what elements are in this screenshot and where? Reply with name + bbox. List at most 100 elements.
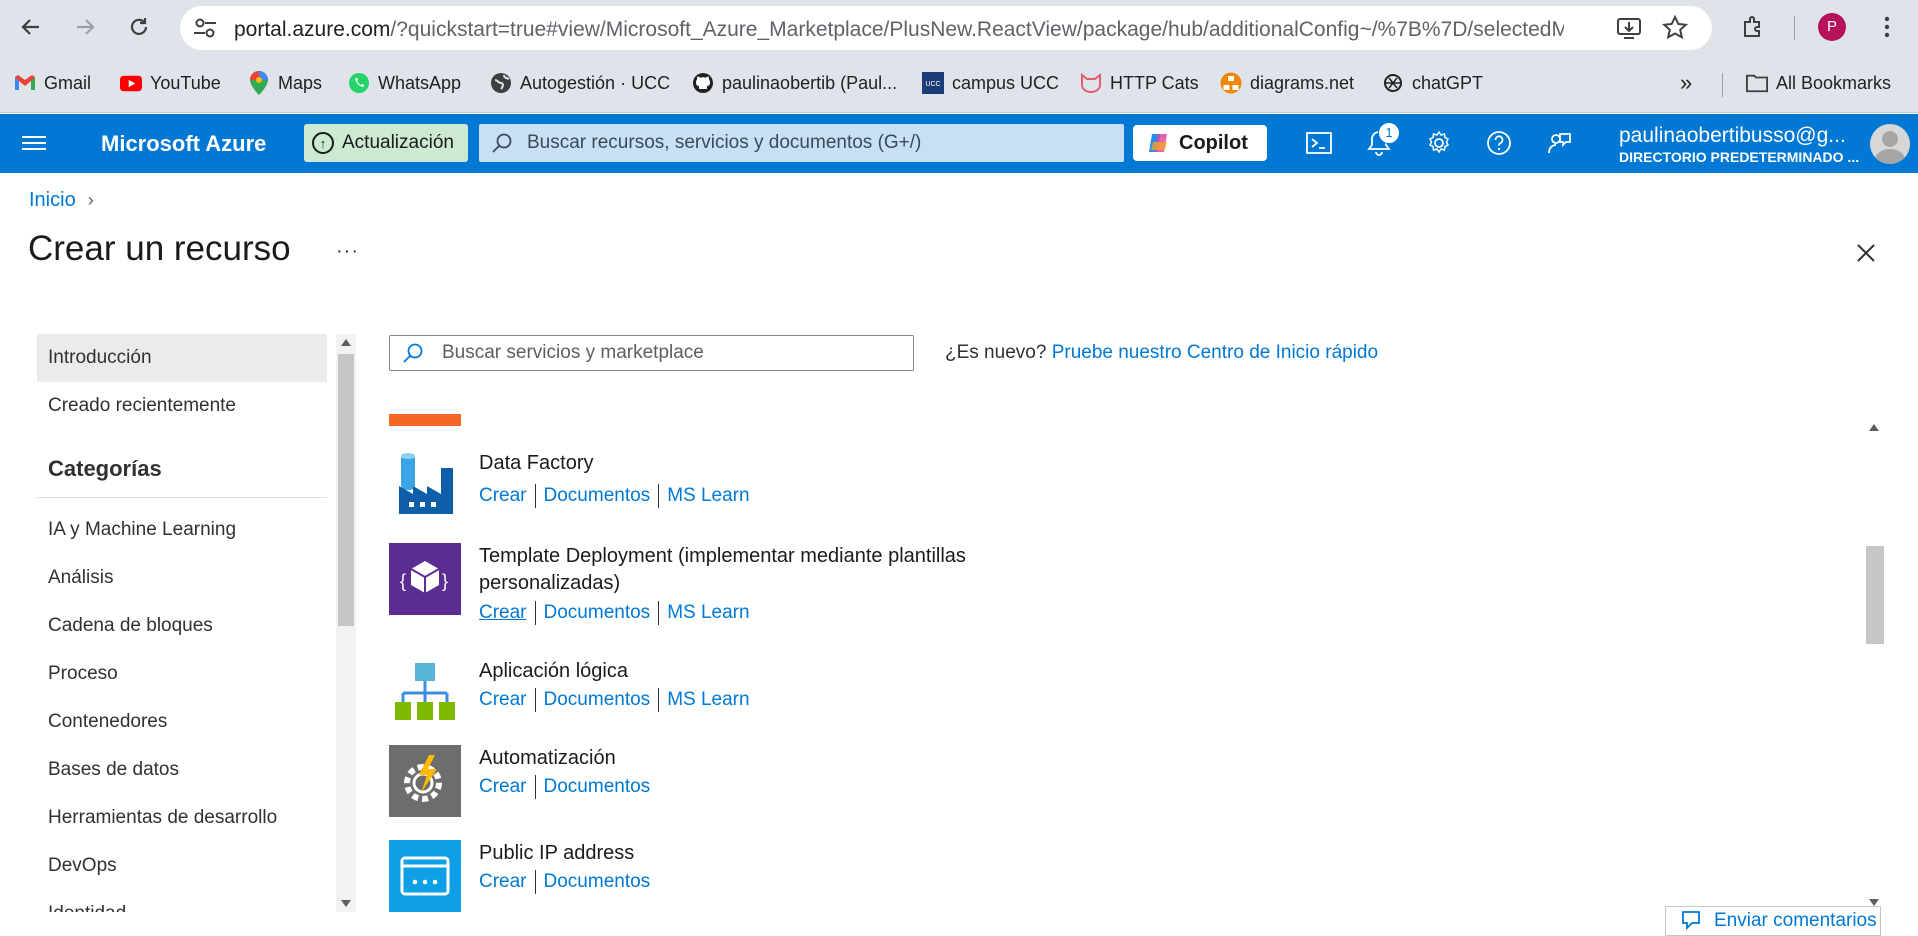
bookmarks-bar: Gmail YouTube Maps WhatsApp Autogestión … <box>0 55 1918 113</box>
bookmark-gmail[interactable]: Gmail <box>14 69 91 97</box>
bookmark-campus-ucc[interactable]: UCC campus UCC <box>922 69 1059 97</box>
bookmark-label: paulinaobertib (Paul... <box>722 72 898 93</box>
docs-link[interactable]: Documentos <box>544 689 651 711</box>
nav-item-category[interactable]: Identidad <box>37 890 327 912</box>
address-bar[interactable]: portal.azure.com/?quickstart=true#view/M… <box>180 6 1712 50</box>
docs-link[interactable]: Documentos <box>544 602 651 624</box>
service-name[interactable]: Template Deployment (implementar mediant… <box>479 543 1079 597</box>
marketplace-search-input[interactable] <box>442 342 902 364</box>
create-link[interactable]: Crear <box>479 776 527 798</box>
url-text[interactable]: portal.azure.com/?quickstart=true#view/M… <box>234 18 1564 42</box>
settings-button[interactable] <box>1424 128 1454 158</box>
ms-learn-link[interactable]: MS Learn <box>667 689 749 711</box>
docs-link[interactable]: Documentos <box>544 776 651 798</box>
global-search[interactable] <box>479 124 1124 162</box>
copilot-button[interactable]: Copilot <box>1133 125 1267 161</box>
nav-item-category[interactable]: DevOps <box>37 842 327 890</box>
nav-item-category[interactable]: Herramientas de desarrollo <box>37 794 327 842</box>
scroll-up-icon[interactable] <box>341 339 351 346</box>
service-name[interactable]: Aplicación lógica <box>479 658 1079 685</box>
azure-brand[interactable]: Microsoft Azure <box>101 131 266 157</box>
kebab-menu-icon <box>1884 16 1890 38</box>
more-options-button[interactable]: ··· <box>336 240 359 263</box>
page-title: Crear un recurso <box>28 229 291 268</box>
scroll-down-icon[interactable] <box>1869 899 1879 906</box>
left-nav-scrollbar[interactable] <box>336 334 356 912</box>
close-icon[interactable] <box>1851 238 1881 268</box>
scrollbar-thumb[interactable] <box>1866 546 1884 644</box>
data-factory-icon <box>399 453 453 514</box>
account-menu[interactable]: paulinaobertibusso@g... DIRECTORIO PREDE… <box>1619 124 1881 165</box>
nav-item-category[interactable]: IA y Machine Learning <box>37 506 327 554</box>
ms-learn-link[interactable]: MS Learn <box>667 602 749 624</box>
bookmark-chatgpt[interactable]: chatGPT <box>1382 69 1483 97</box>
chrome-menu-button[interactable] <box>1870 10 1904 44</box>
service-name[interactable]: Data Factory <box>479 450 1079 477</box>
cloud-shell-button[interactable] <box>1304 128 1334 158</box>
create-link[interactable]: Crear <box>479 689 527 711</box>
scroll-down-icon[interactable] <box>341 900 351 907</box>
send-feedback-button[interactable]: Enviar comentarios <box>1665 906 1881 936</box>
service-name[interactable]: Automatización <box>479 745 1079 772</box>
user-avatar[interactable] <box>1870 124 1910 164</box>
extensions-button[interactable] <box>1736 10 1770 44</box>
create-link[interactable]: Crear <box>479 602 527 624</box>
profile-avatar[interactable]: P <box>1818 13 1846 41</box>
nav-item-recent[interactable]: Creado recientemente <box>37 382 327 430</box>
forward-arrow-icon <box>77 19 95 35</box>
bookmark-autogestion[interactable]: Autogestión · UCC <box>490 69 670 97</box>
create-link[interactable]: Crear <box>479 485 527 507</box>
site-settings-icon[interactable] <box>192 16 218 40</box>
bookmark-maps[interactable]: Maps <box>248 69 322 97</box>
categories-list: IA y Machine Learning Análisis Cadena de… <box>37 506 327 912</box>
bookmark-diagrams[interactable]: diagrams.net <box>1220 69 1354 97</box>
nav-item-category[interactable]: Contenedores <box>37 698 327 746</box>
bookmark-http-cats[interactable]: HTTP Cats <box>1080 69 1199 97</box>
bookmark-label: chatGPT <box>1412 72 1484 93</box>
all-bookmarks-button[interactable]: All Bookmarks <box>1746 69 1891 97</box>
nav-item-category[interactable]: Proceso <box>37 650 327 698</box>
bookmark-label: campus UCC <box>952 72 1060 93</box>
youtube-icon <box>120 72 142 94</box>
list-item: Public IP address Crear Documentos <box>389 840 1089 912</box>
nav-item-introduccion[interactable]: Introducción <box>37 334 327 382</box>
forward-button[interactable] <box>68 10 102 44</box>
feedback-button[interactable] <box>1544 128 1574 158</box>
more-bookmarks-icon[interactable]: » <box>1680 69 1692 97</box>
back-button[interactable] <box>14 10 48 44</box>
feedback-person-icon <box>1548 133 1571 154</box>
nav-item-category[interactable]: Análisis <box>37 554 327 602</box>
docs-link[interactable]: Documentos <box>544 485 651 507</box>
quickstart-link[interactable]: Pruebe nuestro Centro de Inicio rápido <box>1052 342 1378 363</box>
service-links: Crear Documentos MS Learn <box>479 688 750 712</box>
bookmark-whatsapp[interactable]: WhatsApp <box>348 69 461 97</box>
nav-item-category[interactable]: Cadena de bloques <box>37 602 327 650</box>
bookmark-star-icon[interactable] <box>1662 15 1688 41</box>
scrollbar-thumb[interactable] <box>338 354 354 626</box>
portal-menu-icon[interactable] <box>22 132 46 154</box>
create-link[interactable]: Crear <box>479 871 527 893</box>
install-app-icon[interactable] <box>1616 15 1642 41</box>
bookmark-label: Gmail <box>44 72 92 93</box>
update-button[interactable]: ↑ Actualización <box>304 124 468 162</box>
chatgpt-icon <box>1382 72 1404 94</box>
bookmark-github[interactable]: paulinaobertib (Paul... <box>692 69 897 97</box>
categories-heading: Categorías <box>37 456 327 498</box>
breadcrumb-home[interactable]: Inicio <box>29 189 76 212</box>
reload-button[interactable] <box>122 10 156 44</box>
service-name[interactable]: Public IP address <box>479 840 1079 867</box>
help-button[interactable] <box>1484 128 1514 158</box>
scroll-up-icon[interactable] <box>1869 424 1879 431</box>
global-search-input[interactable] <box>527 132 1117 154</box>
logic-app-icon <box>395 663 455 720</box>
bookmarks-divider <box>1722 73 1723 97</box>
quickstart-prompt: ¿Es nuevo? Pruebe nuestro Centro de Inic… <box>945 342 1378 364</box>
link-divider <box>658 601 660 625</box>
github-icon <box>692 72 714 94</box>
bookmark-youtube[interactable]: YouTube <box>120 69 221 97</box>
nav-item-category[interactable]: Bases de datos <box>37 746 327 794</box>
docs-link[interactable]: Documentos <box>544 871 651 893</box>
content-scrollbar[interactable] <box>1863 414 1885 912</box>
ms-learn-link[interactable]: MS Learn <box>667 485 749 507</box>
marketplace-search[interactable] <box>389 335 914 371</box>
